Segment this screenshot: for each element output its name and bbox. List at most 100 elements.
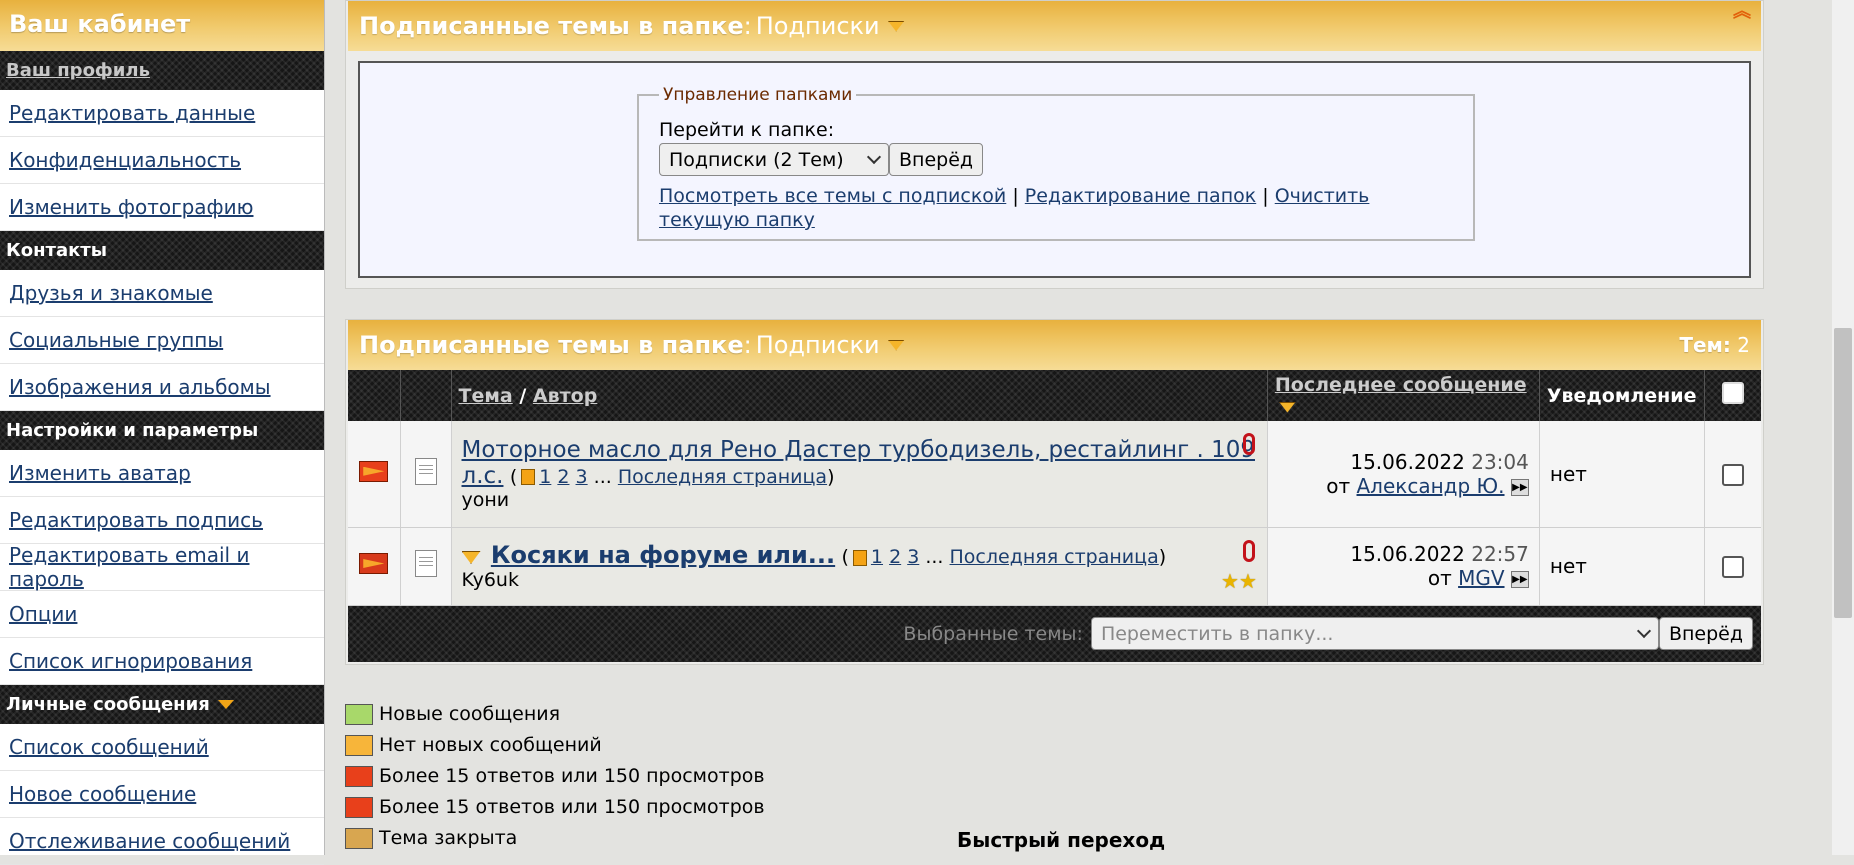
edit-folders-link[interactable]: Редактирование папок [1025, 185, 1256, 207]
attachment-icon [1242, 539, 1255, 562]
sidebar-link[interactable]: Социальные группы [9, 328, 223, 352]
folder-menu-icon[interactable] [887, 339, 905, 351]
scrollbar-thumb[interactable] [1834, 328, 1852, 618]
col-topic: Тема / Автор [451, 370, 1268, 421]
quick-nav-title: Быстрый переход [957, 828, 1166, 852]
table-row: Моторное масло для Рено Дастер турбодизе… [348, 421, 1761, 528]
count-label: Тем: [1679, 333, 1731, 357]
collapse-icon[interactable]: ︽ [1733, 3, 1751, 21]
profile-link[interactable]: Ваш профиль [6, 60, 150, 81]
last-post-user-link[interactable]: MGV [1458, 566, 1504, 590]
page-link[interactable]: 2 [889, 546, 901, 568]
sidebar-link[interactable]: Конфиденциальность [9, 148, 241, 172]
chevron-down-icon[interactable] [217, 700, 234, 709]
notify-cell: нет [1539, 527, 1705, 606]
legend-item: Более 15 ответов или 150 просмотров [345, 792, 1764, 823]
sidebar-link[interactable]: Изображения и альбомы [9, 375, 271, 399]
go-button[interactable]: Вперёд [889, 143, 984, 176]
selected-label: Выбранные темы: [903, 622, 1083, 645]
sort-last-link[interactable]: Последнее сообщение [1275, 374, 1527, 396]
separator: | [1262, 185, 1269, 207]
select-value: Подписки (2 Тем) [669, 148, 844, 171]
document-icon [414, 457, 437, 485]
sidebar-item-friends[interactable]: Друзья и знакомые [0, 270, 324, 317]
check-cell [1704, 421, 1761, 528]
sidebar-item-tracking[interactable]: Отслеживание сообщений [0, 818, 324, 865]
col-check [1704, 370, 1761, 421]
last-page-link[interactable]: Последняя страница [618, 466, 827, 488]
sidebar-item-photo[interactable]: Изменить фотографию [0, 184, 324, 231]
sidebar-item-avatar[interactable]: Изменить аватар [0, 450, 324, 497]
move-to-folder-select[interactable]: Переместить в папку... [1090, 617, 1659, 650]
chevron-down-icon [1636, 623, 1652, 639]
new-post-icon[interactable] [461, 551, 481, 564]
go-to-last-post-icon[interactable]: ▶▶ [1510, 478, 1529, 496]
type-cell [400, 527, 452, 606]
page-link[interactable]: 1 [871, 546, 883, 568]
go-to-last-post-icon[interactable]: ▶▶ [1510, 571, 1529, 588]
goto-label: Перейти к папке: [659, 119, 835, 141]
from-label: от [1326, 473, 1351, 498]
sidebar-heading-pm[interactable]: Личные сообщения [0, 685, 324, 724]
move-go-button[interactable]: Вперёд [1658, 617, 1753, 650]
page-link[interactable]: 3 [576, 466, 588, 488]
attachment-icon [1242, 433, 1255, 455]
no-new-posts-icon [345, 734, 373, 756]
threads-table: Тема / Автор Последнее сообщение Уведомл… [348, 370, 1761, 606]
page-link[interactable]: 1 [539, 466, 551, 488]
page-links: (1 2 3 ... Последняя страница) [841, 546, 1167, 568]
sidebar-link[interactable]: Изменить фотографию [9, 195, 253, 219]
sidebar-link[interactable]: Редактировать данные [9, 101, 255, 125]
sidebar-link[interactable]: Редактировать подпись [9, 508, 263, 532]
sort-desc-icon[interactable] [1278, 401, 1296, 413]
page-link[interactable]: 2 [557, 466, 569, 488]
status-cell [348, 421, 401, 528]
colon: : [743, 331, 752, 359]
selected-threads-bar: Выбранные темы: Переместить в папку... В… [348, 605, 1761, 662]
row-checkbox[interactable] [1721, 464, 1744, 486]
sidebar-link[interactable]: Опции [9, 602, 77, 626]
legend-item: Нет новых сообщений [345, 730, 1764, 761]
folder-menu-icon[interactable] [887, 20, 905, 32]
folder-links: Посмотреть все темы с подпиской | Редакт… [659, 184, 1453, 232]
legend-label: Тема закрыта [379, 827, 518, 849]
sidebar-item-email[interactable]: Редактировать email и пароль [0, 543, 324, 591]
sort-topic-link[interactable]: Тема [459, 385, 513, 407]
sidebar-link[interactable]: Список сообщений [9, 735, 209, 759]
row-checkbox[interactable] [1721, 556, 1744, 579]
last-post-user-link[interactable]: Александр Ю. [1357, 474, 1505, 498]
page-link[interactable]: 3 [907, 546, 919, 568]
sidebar-item-privacy[interactable]: Конфиденциальность [0, 137, 324, 184]
sidebar-item-groups[interactable]: Социальные группы [0, 317, 324, 364]
last-page-link[interactable]: Последняя страница [950, 546, 1159, 568]
last-post-time: 23:04 [1471, 449, 1529, 474]
sidebar-item-options[interactable]: Опции [0, 591, 324, 638]
sidebar-link[interactable]: Редактировать email и пароль [9, 543, 315, 591]
sidebar-title: Ваш кабинет [0, 0, 324, 51]
table-header: Тема / Автор Последнее сообщение Уведомл… [348, 370, 1761, 421]
sidebar-link[interactable]: Список игнорирования [9, 649, 252, 673]
sidebar-item-edit-data[interactable]: Редактировать данные [0, 90, 324, 137]
thread-title-link[interactable]: Косяки на форуме или... [491, 541, 835, 569]
multipage-icon [521, 469, 536, 486]
select-all-checkbox[interactable] [1721, 382, 1744, 404]
sidebar-link[interactable]: Отслеживание сообщений [9, 829, 290, 853]
sidebar-link[interactable]: Новое сообщение [9, 782, 196, 806]
legend-label: Новые сообщения [379, 703, 561, 725]
view-all-link[interactable]: Посмотреть все темы с подпиской [659, 185, 1006, 207]
sort-author-link[interactable]: Автор [533, 385, 597, 407]
thread-author: Ky6uk [461, 569, 519, 591]
new-posts-icon [345, 703, 373, 725]
scrollbar[interactable] [1832, 0, 1854, 855]
sidebar-item-signature[interactable]: Редактировать подпись [0, 497, 324, 544]
sidebar-item-albums[interactable]: Изображения и альбомы [0, 364, 324, 411]
sidebar-heading-label: Личные сообщения [6, 694, 210, 715]
folder-block: Подписанные темы в папке: Подписки ︽ Упр… [345, 0, 1764, 289]
folder-select[interactable]: Подписки (2 Тем) [659, 143, 889, 176]
sidebar-link[interactable]: Изменить аватар [9, 461, 191, 485]
last-post-date: 15.06.2022 [1350, 542, 1465, 566]
sidebar-item-messages[interactable]: Список сообщений [0, 724, 324, 771]
sidebar-item-ignore[interactable]: Список игнорирования [0, 638, 324, 685]
sidebar-link[interactable]: Друзья и знакомые [9, 281, 213, 305]
sidebar-item-new-message[interactable]: Новое сообщение [0, 771, 324, 818]
